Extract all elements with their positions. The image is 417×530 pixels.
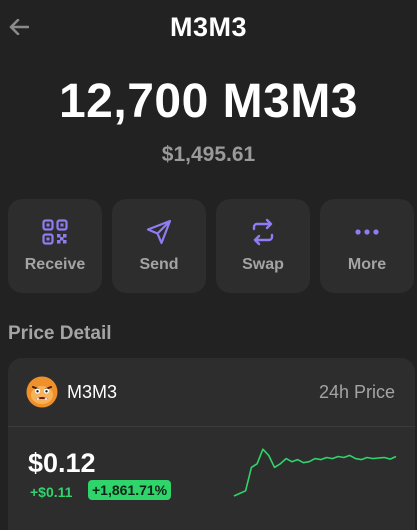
receive-label: Receive <box>24 256 86 273</box>
more-button[interactable]: More <box>320 199 414 293</box>
more-label: More <box>347 256 387 273</box>
sparkline-line <box>233 448 397 497</box>
receive-button[interactable]: Receive <box>8 199 102 293</box>
price-card-header: M3M3 24h Price <box>8 358 415 427</box>
send-icon <box>145 218 173 246</box>
price-change-percent-badge: +1,861.71% <box>88 480 172 500</box>
send-button[interactable]: Send <box>112 199 206 293</box>
qr-code-icon <box>41 218 69 246</box>
page-title: M3M3 <box>169 12 247 42</box>
token-logo-icon <box>26 376 58 408</box>
fiat-balance: $1,495.61 <box>161 143 256 166</box>
swap-button[interactable]: Swap <box>216 199 310 293</box>
token-name: M3M3 <box>67 382 118 402</box>
header: M3M3 <box>0 0 417 56</box>
token-price: $0.12 <box>28 448 96 478</box>
price-sparkline <box>233 448 397 497</box>
price-detail-heading: Price Detail <box>8 323 112 344</box>
price-change-absolute: +$0.11 <box>30 484 73 500</box>
token-detail-screen: M3M3 12,700 M3M3 $1,495.61 Receive Send … <box>0 0 417 530</box>
swap-icon <box>249 218 277 246</box>
period-label: 24h Price <box>318 382 395 402</box>
more-dots-icon <box>353 218 381 246</box>
swap-label: Swap <box>242 256 284 273</box>
action-bar: Receive Send Swap More <box>8 199 414 293</box>
price-card[interactable]: M3M3 24h Price $0.12 +$0.11 +1,861.71% <box>8 358 415 530</box>
send-label: Send <box>139 256 179 273</box>
token-balance: 12,700 M3M3 <box>58 75 358 128</box>
